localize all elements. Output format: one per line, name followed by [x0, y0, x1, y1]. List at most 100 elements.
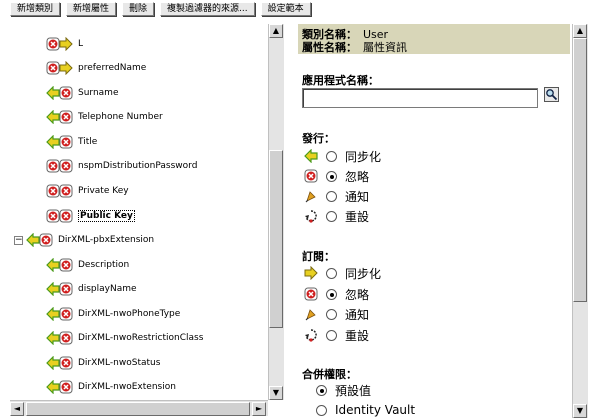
- option-label: 忽略: [345, 169, 370, 184]
- subscribe-ignore-option[interactable]: 忽略: [302, 284, 369, 304]
- scroll-right-button[interactable]: ►: [252, 402, 266, 416]
- tree-item-title[interactable]: Title: [46, 132, 97, 152]
- tree-class-label: DirXML-pbxExtension: [58, 235, 155, 245]
- publish-notify-option[interactable]: 通知: [302, 186, 369, 206]
- option-label: 通知: [345, 307, 370, 322]
- ignore-ignore-icon: [46, 157, 74, 175]
- scroll-thumb[interactable]: [573, 38, 587, 302]
- sync-ignore-icon: [46, 280, 74, 298]
- tree-item-preferredname[interactable]: preferredName: [46, 58, 146, 78]
- subscribe-notify-radio[interactable]: [326, 308, 337, 320]
- tree-content: L preferredName Surname Telephone Number…: [10, 20, 268, 400]
- tree-item-dirxml-nwostatus[interactable]: DirXML-nwoStatus: [46, 353, 160, 373]
- scroll-down-button[interactable]: ▼: [573, 404, 587, 418]
- subscribe-reset-radio[interactable]: [326, 329, 337, 341]
- tree-item-private-key[interactable]: Private Key: [46, 181, 129, 201]
- option-label: 通知: [345, 189, 370, 204]
- collapse-toggle[interactable]: −: [14, 236, 23, 245]
- sync-ignore-icon: [46, 108, 74, 126]
- ignore-icon: [304, 287, 318, 301]
- tree-item-description[interactable]: Description: [46, 255, 129, 275]
- details-vertical-scrollbar[interactable]: ▲ ▼: [572, 24, 588, 418]
- tree-item-displayname[interactable]: displayName: [46, 279, 137, 299]
- reset-icon: [304, 210, 317, 223]
- tree-item-l[interactable]: L: [46, 34, 83, 54]
- sync-ignore-icon: [46, 305, 74, 323]
- option-label: 重設: [345, 209, 370, 224]
- tree-item-dirxml-nwophonetype[interactable]: DirXML-nwoPhoneType: [46, 304, 180, 324]
- tree-item-label: DirXML-nwoPhoneType: [78, 309, 181, 319]
- tree-item-public-key[interactable]: Public Key: [46, 206, 135, 226]
- tree-item-dirxml-nworestrictionclass[interactable]: DirXML-nwoRestrictionClass: [46, 328, 203, 348]
- merge-default-radio[interactable]: [316, 384, 327, 396]
- app-name-input[interactable]: [302, 88, 538, 108]
- delete-button[interactable]: 刪除: [122, 2, 155, 16]
- tree-item-telephone-number[interactable]: Telephone Number: [46, 107, 163, 127]
- publish-reset-option[interactable]: 重設: [302, 206, 369, 226]
- set-template-button[interactable]: 設定範本: [260, 2, 311, 16]
- subscribe-notify-option[interactable]: 通知: [302, 304, 369, 324]
- tree-item-label: DirXML-nwoRestrictionClass: [78, 333, 204, 343]
- tree-item-label: Telephone Number: [78, 112, 163, 122]
- add-class-button[interactable]: 新增類別: [10, 2, 61, 16]
- hscroll-thumb[interactable]: [26, 402, 250, 416]
- add-attribute-button[interactable]: 新增屬性: [66, 2, 117, 16]
- details-header: 類別名稱： User 屬性名稱： 屬性資訊: [298, 24, 570, 54]
- sync-ignore-icon: [46, 354, 74, 372]
- attribute-name-row: 屬性名稱： 屬性資訊: [302, 39, 407, 55]
- copy-filter-source-button[interactable]: 複製過濾器的來源...: [160, 2, 255, 16]
- tree-horizontal-scrollbar[interactable]: ◄ ►: [10, 400, 268, 416]
- browse-button[interactable]: [544, 87, 559, 102]
- option-label: 重設: [345, 328, 370, 343]
- scroll-up-button[interactable]: ▲: [573, 24, 587, 38]
- tree-item-label: DirXML-nwoStatus: [78, 358, 161, 368]
- ignore-ignore-icon: [46, 182, 74, 200]
- publish-ignore-option[interactable]: 忽略: [302, 166, 369, 186]
- sync-right-icon: [304, 266, 318, 280]
- tree-item-label: nspmDistributionPassword: [78, 161, 198, 171]
- publish-ignore-radio[interactable]: [326, 170, 337, 182]
- merge-identity-vault-radio[interactable]: [316, 404, 327, 416]
- sync-ignore-icon: [46, 59, 74, 77]
- sync-ignore-icon: [46, 133, 74, 151]
- scroll-thumb[interactable]: [269, 150, 283, 328]
- tree-item-label: L: [78, 39, 84, 49]
- publish-sync-option[interactable]: 同步化: [302, 146, 381, 166]
- reset-icon: [304, 329, 317, 342]
- tree-item-label: Description: [78, 260, 130, 270]
- tree-item-label: preferredName: [78, 63, 147, 73]
- publish-notify-radio[interactable]: [326, 190, 337, 202]
- subscribe-sync-radio[interactable]: [326, 267, 337, 279]
- scroll-down-button[interactable]: ▼: [269, 386, 283, 400]
- scroll-up-button[interactable]: ▲: [269, 24, 283, 38]
- tree-item-label: Private Key: [78, 186, 129, 196]
- notify-icon: [305, 309, 316, 321]
- sync-icon: [304, 149, 318, 163]
- tree-vertical-scrollbar[interactable]: ▲ ▼: [268, 24, 284, 400]
- magnifier-icon: [546, 89, 558, 101]
- tree-item-nspmdistributionpassword[interactable]: nspmDistributionPassword: [46, 156, 197, 176]
- attribute-name-value: 屬性資訊: [363, 41, 407, 54]
- tree-item-label-selected: Public Key: [78, 210, 135, 222]
- notify-icon: [305, 191, 316, 203]
- subscribe-reset-option[interactable]: 重設: [302, 325, 369, 345]
- subscribe-sync-option[interactable]: 同步化: [302, 263, 381, 283]
- tree-item-dirxml-nwoextension[interactable]: DirXML-nwoExtension: [46, 377, 176, 397]
- merge-identity-vault-option[interactable]: Identity Vault: [316, 400, 415, 418]
- publish-reset-radio[interactable]: [326, 210, 337, 222]
- scroll-left-button[interactable]: ◄: [10, 402, 24, 416]
- option-label: 同步化: [345, 149, 382, 164]
- publish-sync-radio[interactable]: [326, 150, 337, 162]
- sync-ignore-icon: [46, 35, 74, 53]
- tree-item-label: displayName: [78, 284, 137, 294]
- attribute-tree: L preferredName Surname Telephone Number…: [10, 20, 286, 416]
- sync-ignore-icon: [26, 231, 54, 249]
- sync-ignore-icon: [46, 84, 74, 102]
- attribute-name-label: 屬性名稱：: [302, 41, 357, 54]
- merge-default-option[interactable]: 預設值: [316, 380, 371, 400]
- tree-item-label: DirXML-nwoExtension: [78, 382, 176, 392]
- subscribe-ignore-radio[interactable]: [326, 288, 337, 300]
- tree-item-surname[interactable]: Surname: [46, 83, 118, 103]
- option-label: 預設值: [335, 383, 372, 398]
- tree-class-dirxml-pbxextension[interactable]: DirXML-pbxExtension: [26, 230, 154, 250]
